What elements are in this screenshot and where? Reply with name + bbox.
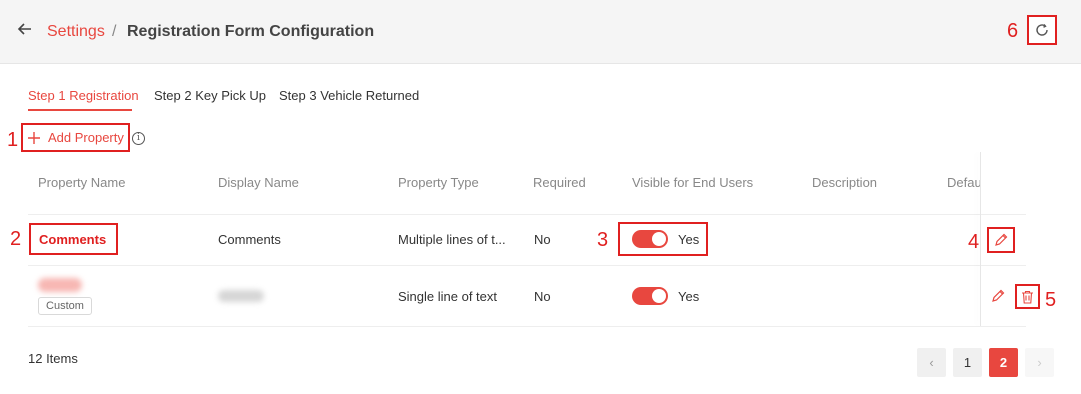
breadcrumb-settings-link[interactable]: Settings [47, 22, 105, 42]
back-arrow-icon[interactable] [17, 21, 37, 41]
custom-tag: Custom [38, 297, 92, 315]
plus-icon [28, 129, 40, 147]
add-property-label: Add Property [48, 130, 124, 145]
tab-step2-key-pick-up[interactable]: Step 2 Key Pick Up [154, 87, 266, 105]
display-name-cell: Comments [218, 232, 281, 247]
edit-button[interactable] [987, 227, 1015, 253]
property-type-cell: Single line of text [398, 289, 498, 304]
page-title: Registration Form Configuration [127, 23, 375, 40]
required-cell: No [534, 289, 551, 304]
property-name-text: Comments [39, 231, 107, 247]
refresh-icon [1036, 24, 1048, 36]
page-header: Settings / Registration Form Configurati… [0, 0, 1081, 64]
trash-icon [1022, 290, 1033, 304]
pencil-icon [992, 289, 1005, 302]
column-header-property-type: Property Type [398, 175, 479, 190]
visible-toggle-label: Yes [678, 289, 700, 304]
annotation-3: 3 [597, 229, 609, 251]
items-count: 12 Items [28, 351, 78, 366]
tab-step1-registration[interactable]: Step 1 Registration [28, 87, 139, 105]
pagination-prev-button[interactable]: ‹ [917, 348, 946, 377]
column-header-property-name: Property Name [38, 175, 126, 190]
fixed-column-divider [980, 152, 981, 326]
visible-toggle[interactable] [632, 287, 668, 305]
redacted-property-name [38, 278, 82, 292]
column-header-required: Required [533, 175, 586, 190]
column-header-display-name: Display Name [218, 175, 299, 190]
active-tab-indicator [28, 109, 132, 111]
visible-toggle-label: Yes [678, 232, 700, 247]
pagination-page-1[interactable]: 1 [953, 348, 982, 377]
annotation-6: 6 [1007, 20, 1019, 42]
table-divider [28, 326, 1026, 327]
breadcrumb-separator: / [112, 23, 117, 40]
column-header-default: Defau [947, 175, 980, 190]
tab-step3-vehicle-returned[interactable]: Step 3 Vehicle Returned [279, 87, 419, 105]
column-header-description: Description [812, 175, 878, 190]
annotation-2: 2 [10, 228, 22, 250]
table-divider [28, 214, 1026, 215]
redacted-display-name [218, 290, 264, 302]
table-divider [28, 265, 1026, 266]
pencil-icon [995, 233, 1008, 246]
add-property-button[interactable]: Add Property [21, 123, 130, 152]
property-name-link[interactable]: Comments [29, 223, 118, 255]
column-header-visible: Visible for End Users [632, 175, 754, 190]
required-cell: No [534, 232, 551, 247]
delete-button[interactable] [1015, 284, 1040, 309]
visible-toggle[interactable] [632, 230, 668, 248]
annotation-1: 1 [7, 129, 19, 151]
annotation-5: 5 [1045, 289, 1057, 311]
pagination-page-2[interactable]: 2 [989, 348, 1018, 377]
refresh-button[interactable] [1027, 15, 1057, 45]
property-type-cell: Multiple lines of t... [398, 232, 506, 247]
pagination-next-button[interactable]: › [1025, 348, 1054, 377]
annotation-4: 4 [968, 231, 980, 253]
edit-button[interactable] [988, 286, 1008, 306]
info-icon[interactable]: i [132, 132, 145, 145]
